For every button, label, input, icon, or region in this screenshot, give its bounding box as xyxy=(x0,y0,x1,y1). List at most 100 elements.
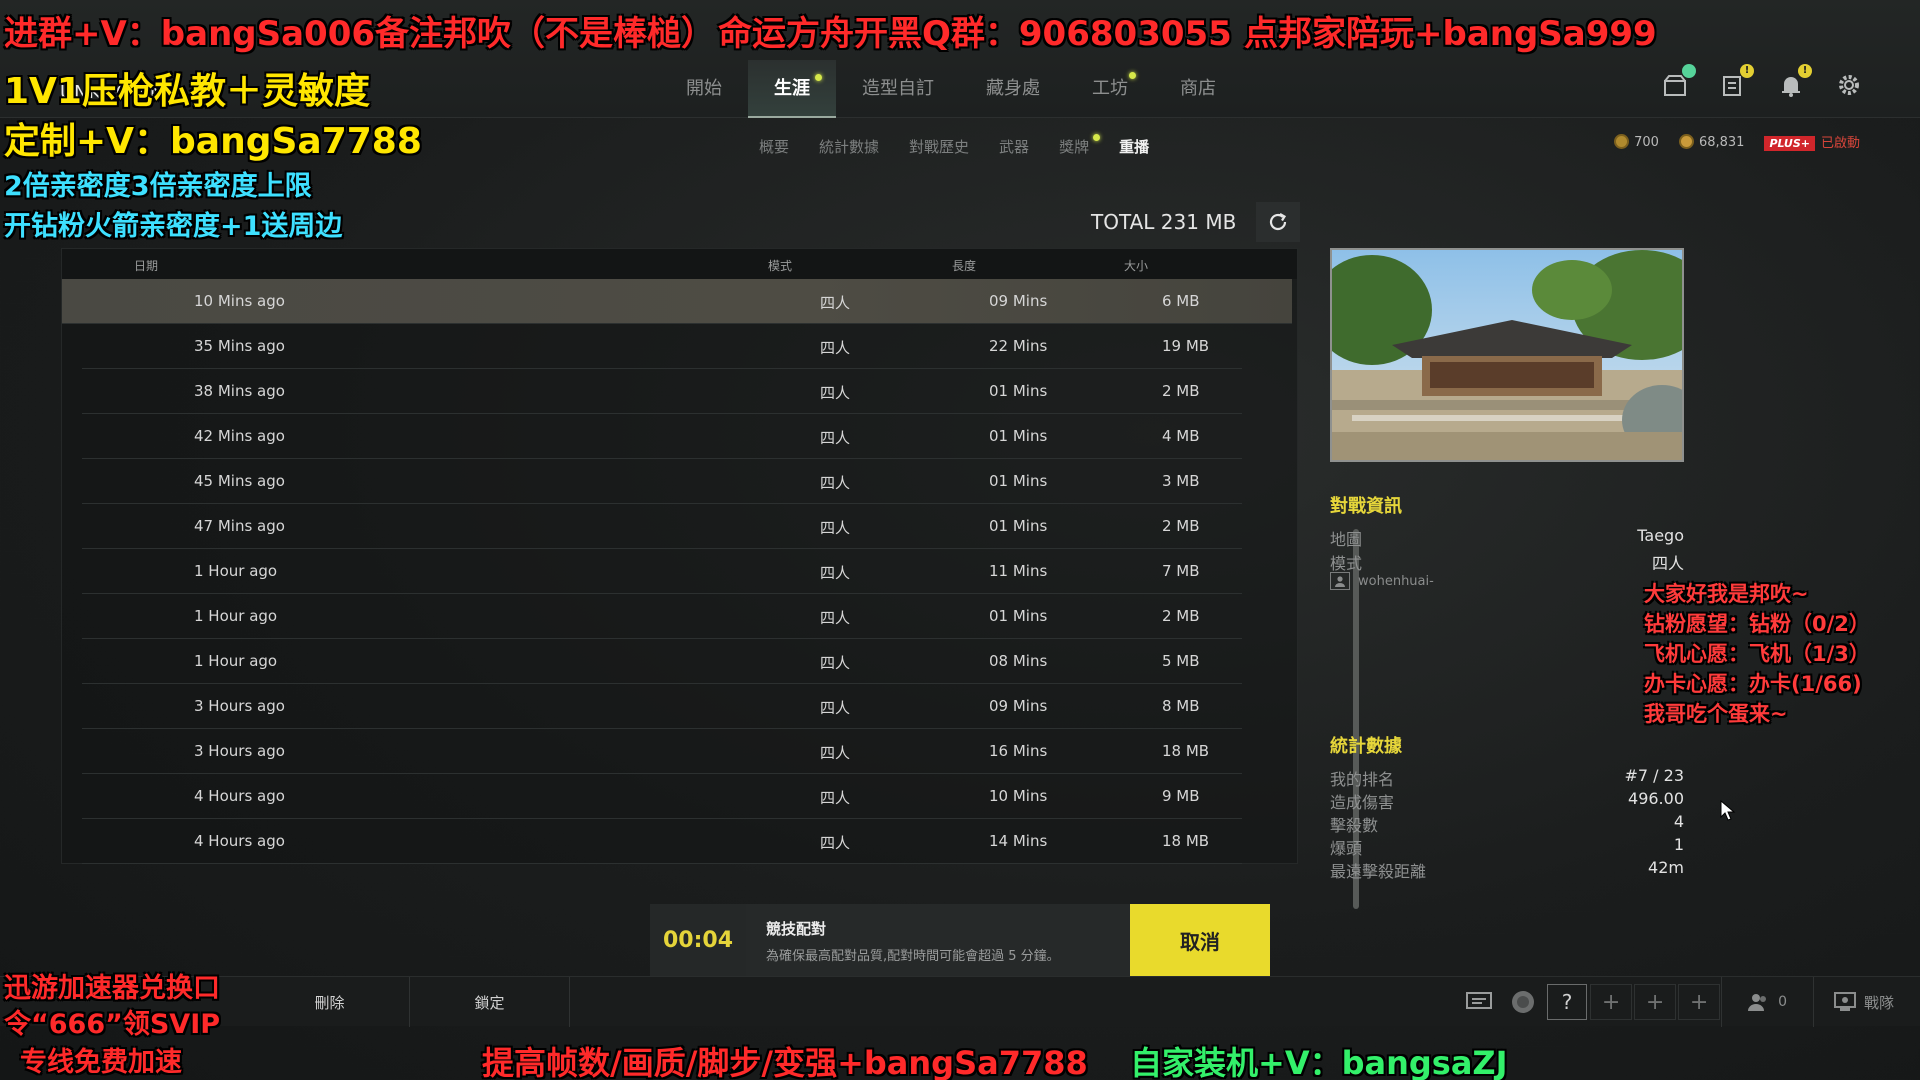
new-indicator-dot xyxy=(815,74,822,81)
table-row[interactable]: 1 Hour ago 四人 01 Mins 2 MB xyxy=(82,594,1242,639)
mission-icon[interactable]: ! xyxy=(1720,64,1754,100)
plus-tag: PLUS+ xyxy=(1764,136,1815,151)
table-row[interactable]: 3 Hours ago 四人 16 Mins 18 MB xyxy=(82,729,1242,774)
replay-date: 3 Hours ago xyxy=(194,742,285,760)
subtab-stats[interactable]: 統計數據 xyxy=(804,136,894,157)
overlay-bottom-fps: 提高帧数/画质/脚步/变强+bangSa7788 xyxy=(482,1044,1088,1080)
bottom-icon-group: ? + + + 0 戰隊 xyxy=(1457,977,1920,1027)
replay-size: 7 MB xyxy=(1162,562,1200,580)
cancel-matchmaking-button[interactable]: 取消 xyxy=(1130,904,1270,976)
add-teammate-slot-3[interactable]: + xyxy=(1678,984,1721,1020)
map-label: 地圖 xyxy=(1330,530,1363,549)
table-row[interactable]: 4 Hours ago 四人 14 Mins 18 MB xyxy=(82,819,1242,864)
store-icon[interactable] xyxy=(1662,64,1696,100)
main-nav: 開始 生涯 造型自訂 藏身處 工坊 商店 xyxy=(660,60,1242,118)
replay-length: 01 Mins xyxy=(989,427,1048,445)
replay-length: 09 Mins xyxy=(989,697,1048,715)
replay-date: 3 Hours ago xyxy=(194,697,285,715)
replay-length: 22 Mins xyxy=(989,337,1048,355)
replay-size: 9 MB xyxy=(1162,787,1200,805)
overlay-intimacy: 2倍亲密度3倍亲密度上限 xyxy=(4,171,312,202)
add-teammate-slot-2[interactable]: + xyxy=(1634,984,1677,1020)
table-row[interactable]: 1 Hour ago 四人 11 Mins 7 MB xyxy=(82,549,1242,594)
tab-label: 造型自訂 xyxy=(862,78,934,99)
stat-value: 496.00 xyxy=(1628,789,1684,808)
sub-nav: 概要 統計數據 對戰歷史 武器 獎牌 重播 xyxy=(744,134,1164,157)
replay-size: 2 MB xyxy=(1162,517,1200,535)
map-preview-illustration xyxy=(1332,250,1682,460)
mode-label: 模式 xyxy=(1330,554,1363,573)
table-row[interactable]: 42 Mins ago 四人 01 Mins 4 MB xyxy=(82,414,1242,459)
bp-value: 68,831 xyxy=(1698,134,1745,150)
table-row[interactable]: 1 Hour ago 四人 08 Mins 5 MB xyxy=(82,639,1242,684)
replay-mode: 四人 xyxy=(820,474,851,492)
clan-icon xyxy=(1833,992,1856,1011)
tab-hideout[interactable]: 藏身處 xyxy=(960,60,1066,118)
column-header-size[interactable]: 大小 xyxy=(1124,257,1148,274)
subtab-overview[interactable]: 概要 xyxy=(744,136,804,157)
replay-mode: 四人 xyxy=(820,609,851,627)
settings-gear-icon[interactable] xyxy=(1836,72,1864,100)
refresh-button[interactable] xyxy=(1256,202,1300,242)
tab-workshop[interactable]: 工坊 xyxy=(1066,60,1154,118)
replay-mode: 四人 xyxy=(820,699,851,717)
replay-size: 18 MB xyxy=(1162,742,1210,760)
table-header: 日期 模式 長度 大小 xyxy=(62,249,1297,279)
stats-title: 統計數據 xyxy=(1330,736,1402,757)
overlay-egg: 我哥吃个蛋来~ xyxy=(1644,702,1788,726)
delete-button[interactable]: 刪除 xyxy=(250,977,410,1027)
table-row[interactable]: 3 Hours ago 四人 09 Mins 8 MB xyxy=(82,684,1242,729)
map-preview-image xyxy=(1330,248,1684,462)
replay-mode: 四人 xyxy=(820,834,851,852)
table-row[interactable]: 38 Mins ago 四人 01 Mins 2 MB xyxy=(82,369,1242,414)
tab-label: 藏身處 xyxy=(986,78,1040,99)
table-row[interactable]: 4 Hours ago 四人 10 Mins 9 MB xyxy=(82,774,1242,819)
tab-store[interactable]: 商店 xyxy=(1154,60,1242,118)
add-teammate-slot-1[interactable]: + xyxy=(1590,984,1633,1020)
replay-size: 19 MB xyxy=(1162,337,1210,355)
matchmaking-title: 競技配對 xyxy=(766,920,827,938)
replay-date: 1 Hour ago xyxy=(194,562,278,580)
table-row[interactable]: 45 Mins ago 四人 01 Mins 3 MB xyxy=(82,459,1242,504)
bottom-bar: 刪除 鎖定 ? + + + 0 戰隊 xyxy=(0,976,1920,1027)
friends-button[interactable]: 0 xyxy=(1721,977,1813,1027)
tab-label: 生涯 xyxy=(774,78,810,99)
player-entry[interactable]: wohenhuai- xyxy=(1330,572,1434,590)
tab-customize[interactable]: 造型自訂 xyxy=(836,60,960,118)
table-row[interactable]: 47 Mins ago 四人 01 Mins 2 MB xyxy=(82,504,1242,549)
overlay-banner-escort: 点邦家陪玩+bangSa999 xyxy=(1244,14,1657,54)
stat-label: 擊殺數 xyxy=(1330,816,1379,835)
replay-mode: 四人 xyxy=(820,654,851,672)
stat-label: 最遠擊殺距離 xyxy=(1330,862,1427,881)
emblem-icon[interactable] xyxy=(1501,977,1545,1027)
matchmaking-info: 競技配對 為確保最高配對品質,配對時間可能會超過 5 分鐘。 xyxy=(746,904,1130,976)
chat-icon[interactable] xyxy=(1457,977,1501,1027)
overlay-banner-group-qq: 进群+V：bangSa006备注邦吹（不是棒槌） xyxy=(4,14,716,54)
lock-button[interactable]: 鎖定 xyxy=(410,977,570,1027)
overlay-coaching: 1V1压枪私教＋灵敏度 xyxy=(4,71,370,112)
subtab-weapons[interactable]: 武器 xyxy=(984,136,1044,157)
g-coin-value: 700 xyxy=(1634,134,1659,150)
subtab-match-history[interactable]: 對戰歷史 xyxy=(894,136,984,157)
matchmaking-timer: 00:04 xyxy=(650,904,746,976)
g-coin-balance: 700 xyxy=(1614,133,1659,150)
subtab-medals[interactable]: 獎牌 xyxy=(1044,134,1104,157)
replay-date: 42 Mins ago xyxy=(194,427,285,445)
column-header-length[interactable]: 長度 xyxy=(952,257,976,274)
mission-badge: ! xyxy=(1740,64,1754,78)
column-header-mode[interactable]: 模式 xyxy=(768,257,792,274)
notification-bell-icon[interactable]: ! xyxy=(1778,64,1812,100)
tab-start[interactable]: 開始 xyxy=(660,60,748,118)
clan-button[interactable]: 戰隊 xyxy=(1812,977,1920,1027)
notification-badge: ! xyxy=(1798,64,1812,78)
replay-length: 01 Mins xyxy=(989,607,1048,625)
table-row[interactable]: 35 Mins ago 四人 22 Mins 19 MB xyxy=(82,324,1242,369)
bp-balance: 68,831 xyxy=(1678,133,1745,150)
subtab-replays[interactable]: 重播 xyxy=(1104,136,1164,157)
clan-label: 戰隊 xyxy=(1863,993,1894,1012)
help-button[interactable]: ? xyxy=(1547,984,1588,1020)
column-header-date[interactable]: 日期 xyxy=(134,257,158,274)
tab-career[interactable]: 生涯 xyxy=(748,60,836,118)
table-row[interactable]: 10 Mins ago 四人 09 Mins 6 MB xyxy=(62,279,1292,324)
plus-status[interactable]: PLUS+ 已啟動 xyxy=(1764,132,1860,151)
